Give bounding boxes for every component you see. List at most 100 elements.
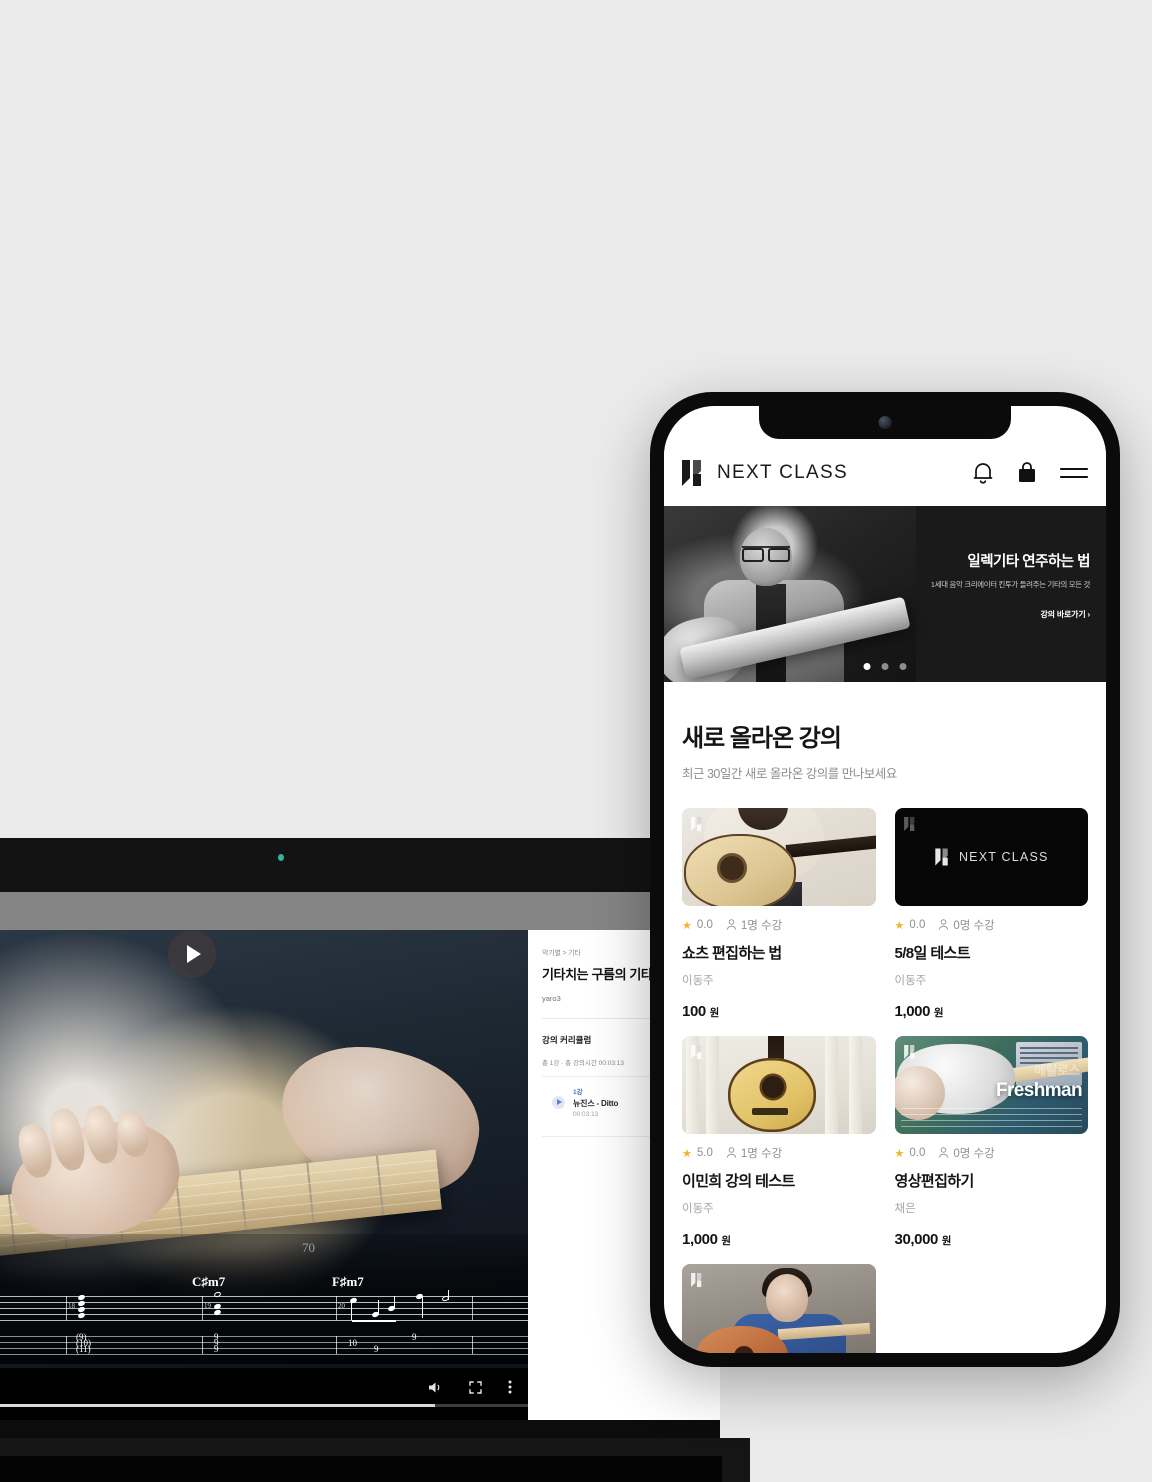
- course-thumbnail[interactable]: [682, 808, 876, 906]
- price-amount: 1,000: [894, 1003, 931, 1020]
- hero-text-block: 일렉기타 연주하는 법 1세대 음악 크리에이터 킨투가 들려주는 기타의 모든…: [894, 550, 1091, 620]
- measure-number-20: 20: [338, 1302, 345, 1310]
- course-rating: ★ 0.0: [895, 1147, 926, 1160]
- lesson-duration: 00:03:13: [573, 1111, 599, 1118]
- course-card[interactable]: [682, 1264, 876, 1353]
- course-thumbnail[interactable]: [682, 1264, 876, 1353]
- course-thumbnail[interactable]: [682, 1036, 876, 1134]
- volume-icon[interactable]: [428, 1381, 443, 1394]
- course-enrollment: 0명 수강: [938, 1145, 995, 1161]
- star-icon: ★: [682, 1147, 692, 1160]
- nextclass-watermark-icon: [691, 817, 702, 831]
- hero-cta-link[interactable]: 강의 바로가기 ›: [894, 609, 1091, 620]
- lesson-play-icon[interactable]: [552, 1095, 565, 1109]
- guitar-tablature: 70 C♯m7 F♯m7 18 19 20 (9) (10) (11) 9 9 …: [0, 1234, 528, 1364]
- phone-notch: [759, 406, 1011, 439]
- brand-name: NEXT CLASS: [717, 461, 848, 483]
- rating-value: 0.0: [909, 919, 926, 931]
- course-price: 1,000 원: [682, 1231, 876, 1248]
- laptop-top-bezel: [0, 838, 652, 892]
- tab-number-m18-3: (11): [76, 1344, 91, 1354]
- person-icon: [726, 1147, 737, 1158]
- price-currency: 원: [941, 1235, 952, 1247]
- phone-screen: NEXT CLASS 일렉기타 연주하는 법 1세대 음악 크리에이터 킨투가 …: [664, 406, 1106, 1353]
- video-progress-fill: [0, 1404, 435, 1407]
- course-author: 이동주: [682, 975, 714, 987]
- chord-label-2: F♯m7: [332, 1274, 364, 1289]
- play-icon: [187, 945, 201, 963]
- price-currency: 원: [709, 1007, 720, 1019]
- course-card[interactable]: ★ 5.0 1명 수강 이민희 강의 테스트 이동주 1,000 원: [682, 1036, 876, 1248]
- measure-number-18: 18: [68, 1302, 75, 1310]
- rating-value: 5.0: [696, 1147, 713, 1159]
- nextclass-watermark-icon: [691, 1045, 702, 1059]
- laptop-camera-indicator: [278, 854, 284, 861]
- thumbnail-korean-overlay: 메탈로스: [1034, 1063, 1080, 1078]
- video-control-bar[interactable]: [0, 1368, 528, 1420]
- nextclass-logo-icon: [682, 459, 701, 486]
- course-card-grid: ★ 0.0 1명 수강 쇼츠 편집하는 법 이동주 100 원 NEXT CLA…: [682, 808, 1088, 1248]
- hero-carousel[interactable]: 일렉기타 연주하는 법 1세대 음악 크리에이터 킨투가 들려주는 기타의 모든…: [664, 506, 1106, 682]
- brand-logo[interactable]: NEXT CLASS: [680, 458, 848, 488]
- course-author: 이동주: [894, 975, 927, 987]
- course-enrollment: 1명 수강: [726, 917, 782, 933]
- course-price: 30,000 원: [895, 1231, 1089, 1248]
- course-thumbnail[interactable]: NEXT CLASS: [894, 808, 1088, 906]
- person-icon: [939, 919, 949, 930]
- course-author: 이동주: [682, 1203, 714, 1215]
- section-title: 새로 올라온 강의: [682, 725, 842, 752]
- play-button[interactable]: [168, 930, 216, 978]
- carousel-dot-2[interactable]: [881, 663, 889, 670]
- hamburger-menu-icon[interactable]: [1060, 464, 1088, 482]
- tab-number-m19-3: 9: [214, 1344, 219, 1354]
- course-title: 쇼츠 편집하는 법: [682, 945, 782, 962]
- shopping-bag-icon[interactable]: [1016, 461, 1038, 485]
- tab-number-m20-1: 10: [348, 1338, 357, 1348]
- fullscreen-icon[interactable]: [469, 1380, 482, 1394]
- carousel-dots[interactable]: [863, 663, 907, 670]
- course-enrollment: 1명 수강: [726, 1145, 782, 1161]
- star-icon: ★: [894, 919, 905, 932]
- star-icon: ★: [682, 919, 692, 932]
- course-price: 100 원: [682, 1003, 876, 1020]
- more-options-icon[interactable]: [508, 1380, 512, 1394]
- rating-value: 0.0: [696, 919, 713, 931]
- hero-subtitle: 1세대 음악 크리에이터 킨투가 들려주는 기타의 모든 것: [930, 580, 1090, 589]
- tab-number-m20-3: 9: [412, 1332, 417, 1342]
- tab-number-m20-2: 9: [374, 1344, 379, 1354]
- course-card[interactable]: NEXT CLASS ★ 0.0 0명 수강 5/8일 테스트 이동주 1,00…: [894, 808, 1088, 1020]
- rating-value: 0.0: [909, 1147, 926, 1159]
- hero-image: [664, 506, 916, 682]
- hero-title: 일렉기타 연주하는 법: [967, 554, 1090, 570]
- person-icon: [939, 1147, 949, 1158]
- front-camera-icon: [878, 416, 892, 429]
- nextclass-logo-icon: [935, 848, 948, 866]
- video-progress-bar[interactable]: [0, 1404, 528, 1407]
- video-player[interactable]: 70 C♯m7 F♯m7 18 19 20 (9) (10) (11) 9 9 …: [0, 930, 528, 1420]
- course-card[interactable]: 메탈로스 Freshman ★ 0.0 0명 수강 영상편집하기 채은 30,0…: [894, 1036, 1089, 1248]
- course-rating: ★ 0.0: [895, 919, 926, 932]
- nextclass-watermark-icon: [903, 817, 914, 831]
- screenshot-root: 70 C♯m7 F♯m7 18 19 20 (9) (10) (11) 9 9 …: [0, 0, 1152, 1482]
- enrollment-count: 1명 수강: [740, 920, 783, 932]
- new-courses-section: 새로 올라온 강의 최근 30일간 새로 올라온 강의를 만나보세요 ★ 0.0…: [664, 682, 1106, 1353]
- course-title: 영상편집하기: [894, 1173, 975, 1190]
- course-enrollment: 0명 수강: [938, 917, 995, 933]
- phone-device: NEXT CLASS 일렉기타 연주하는 법 1세대 음악 크리에이터 킨투가 …: [650, 392, 1120, 1367]
- carousel-dot-1[interactable]: [863, 663, 871, 670]
- person-icon: [726, 919, 737, 930]
- chevron-right-icon: ›: [1087, 610, 1091, 619]
- course-rating: ★ 5.0: [682, 1147, 713, 1160]
- carousel-dot-3[interactable]: [899, 663, 907, 670]
- price-amount: 1,000: [682, 1231, 718, 1248]
- bell-icon[interactable]: [972, 461, 994, 485]
- tempo-marking: 70: [302, 1240, 315, 1255]
- course-title: 5/8일 테스트: [894, 945, 971, 962]
- course-rating: ★ 0.0: [682, 919, 713, 932]
- course-card[interactable]: ★ 0.0 1명 수강 쇼츠 편집하는 법 이동주 100 원: [682, 808, 876, 1020]
- measure-number-19: 19: [204, 1302, 211, 1310]
- app-header: NEXT CLASS: [664, 439, 1106, 506]
- chord-label-1: C♯m7: [192, 1274, 226, 1289]
- course-thumbnail[interactable]: 메탈로스 Freshman: [894, 1036, 1088, 1134]
- nextclass-watermark-icon: [691, 1273, 702, 1287]
